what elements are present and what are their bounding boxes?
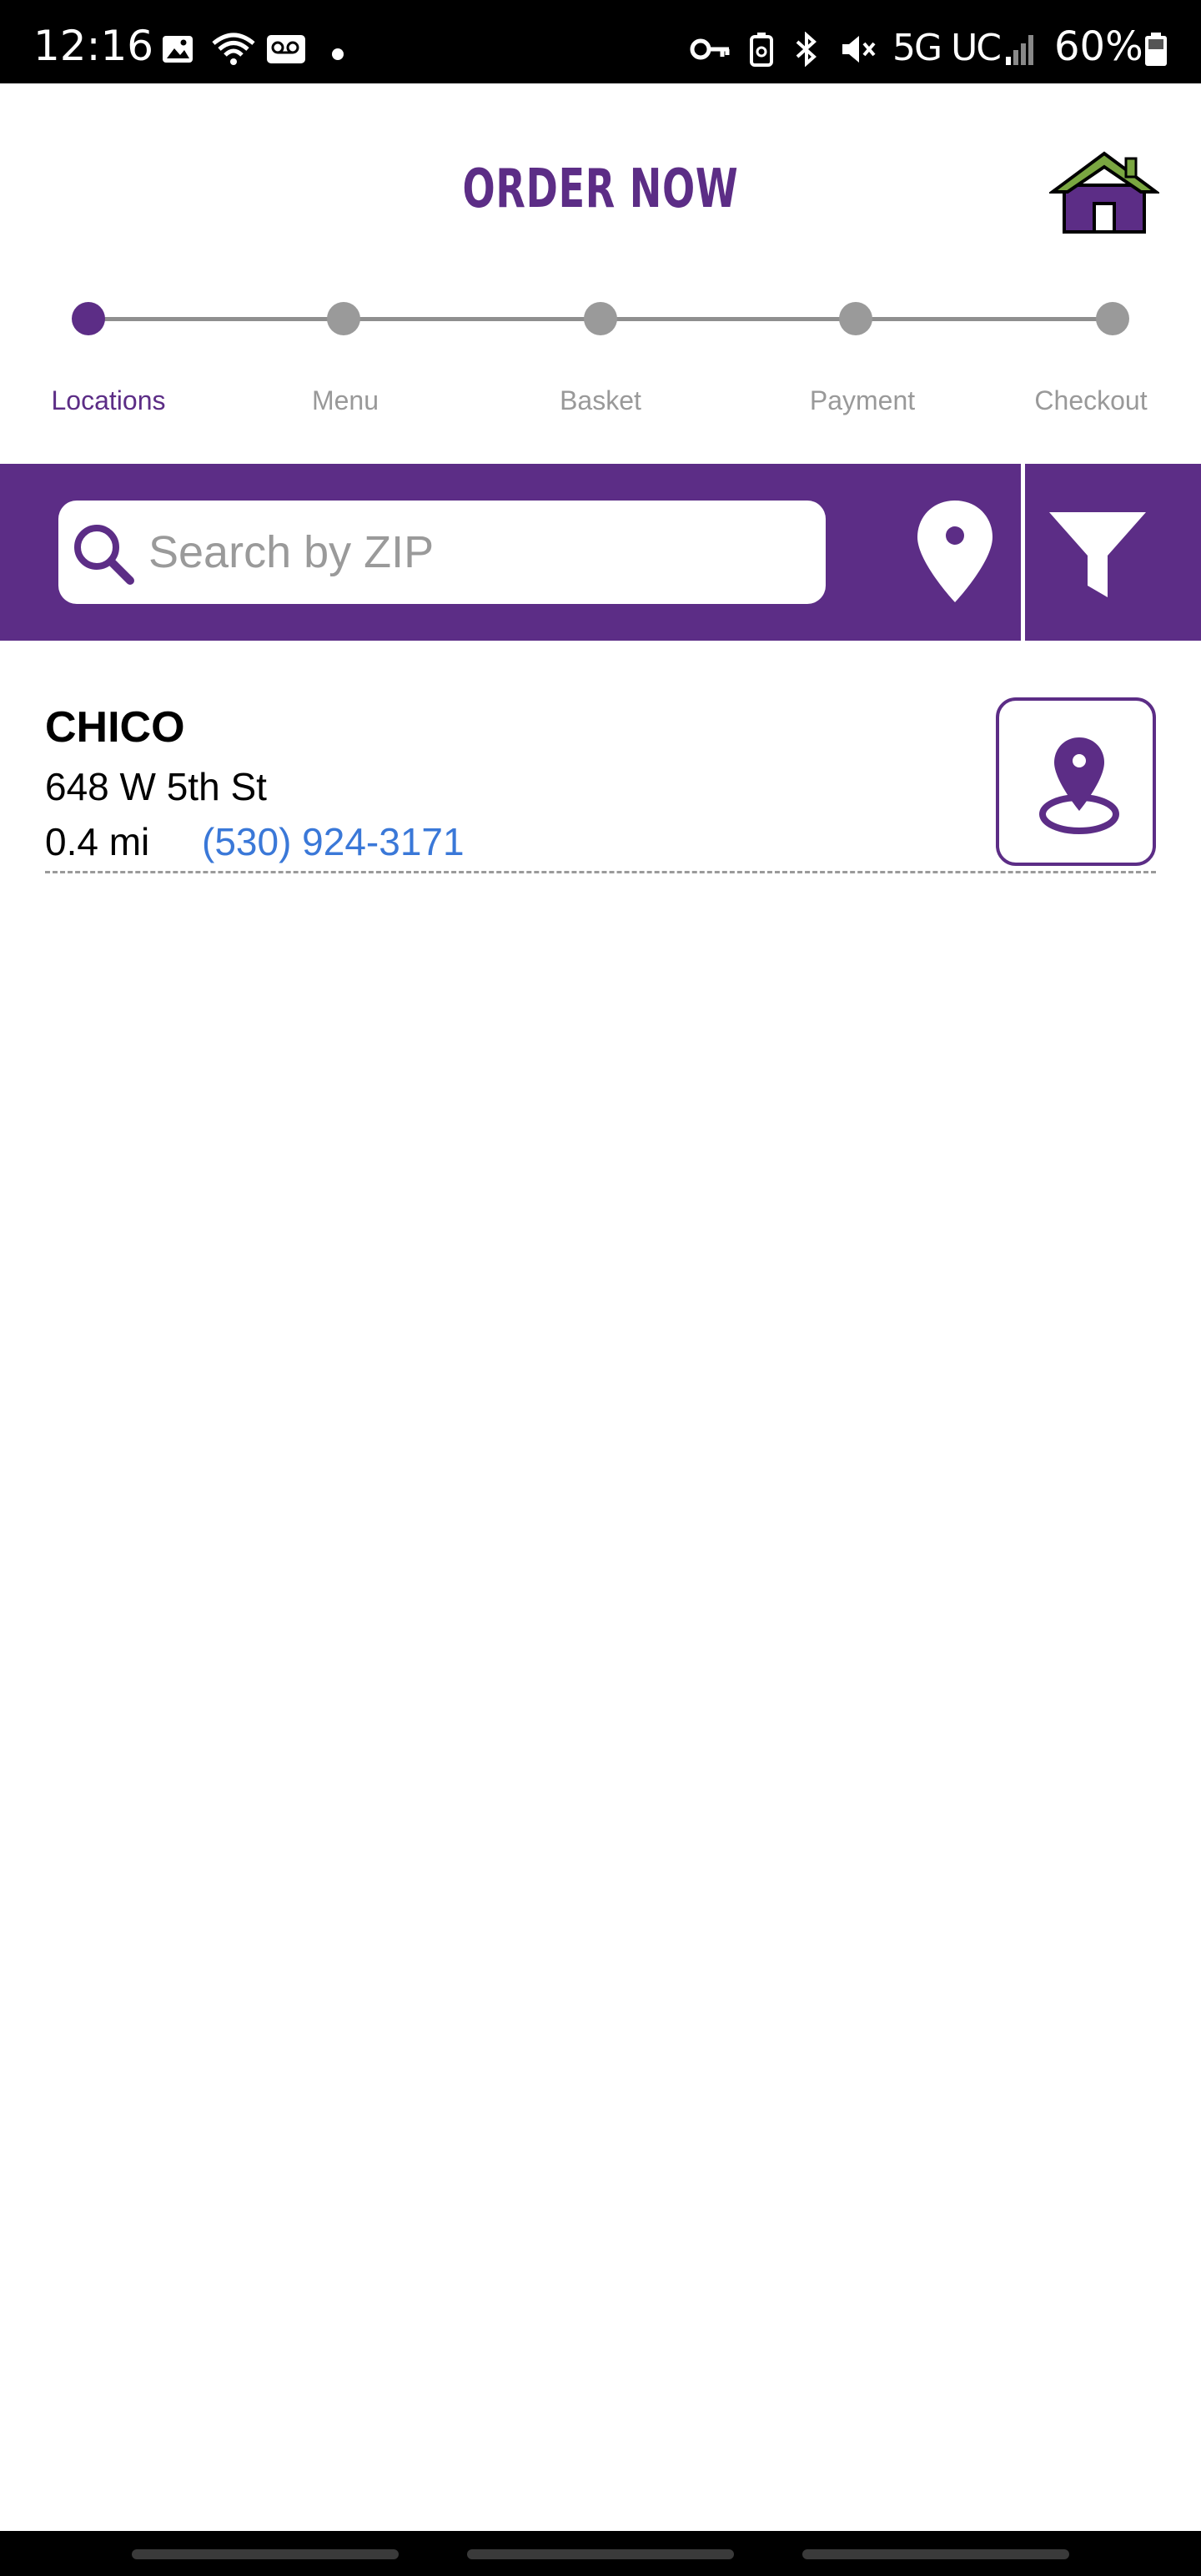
image-icon bbox=[163, 36, 193, 63]
battery-icon bbox=[1145, 33, 1167, 66]
wifi-icon bbox=[212, 33, 255, 65]
step-dot-locations bbox=[72, 302, 105, 335]
map-directions-button[interactable] bbox=[996, 697, 1156, 866]
divider bbox=[1021, 464, 1025, 641]
signal-icon bbox=[1006, 35, 1033, 65]
status-time: 12:16 bbox=[33, 22, 154, 70]
page-title: ORDER NOW bbox=[462, 158, 739, 220]
step-label-locations[interactable]: Locations bbox=[52, 385, 166, 416]
network-type: 5G UC bbox=[892, 27, 1002, 69]
location-address: 648 W 5th St bbox=[45, 765, 267, 808]
list-divider bbox=[45, 871, 1156, 873]
home-icon[interactable] bbox=[1049, 148, 1159, 235]
step-dot-menu bbox=[327, 302, 360, 335]
search-bar bbox=[0, 464, 1201, 641]
notification-dot bbox=[332, 48, 344, 60]
battery-saver-icon bbox=[750, 33, 773, 67]
location-pin-icon[interactable] bbox=[909, 497, 1001, 606]
nav-handle-left[interactable] bbox=[132, 2549, 399, 2559]
step-label-basket[interactable]: Basket bbox=[560, 385, 641, 416]
nav-handle-right[interactable] bbox=[802, 2549, 1069, 2559]
nav-handle-center[interactable] bbox=[467, 2549, 734, 2559]
search-icon bbox=[74, 525, 134, 585]
status-bar: 12:16 5G UC 60% bbox=[0, 0, 1201, 83]
location-distance: 0.4 mi bbox=[45, 820, 150, 863]
step-dot-checkout bbox=[1096, 302, 1129, 335]
battery-percent: 60% bbox=[1054, 23, 1143, 70]
map-pin-icon bbox=[1039, 737, 1119, 834]
location-phone-link[interactable]: (530) 924-3171 bbox=[202, 819, 465, 864]
step-label-checkout[interactable]: Checkout bbox=[1034, 385, 1147, 416]
search-input[interactable] bbox=[148, 519, 807, 586]
step-label-menu[interactable]: Menu bbox=[312, 385, 379, 416]
list-item[interactable]: CHICO 648 W 5th St 0.4 mi (530) 924-3171 bbox=[45, 692, 1156, 876]
step-label-payment[interactable]: Payment bbox=[810, 385, 915, 416]
bluetooth-icon bbox=[796, 32, 817, 67]
mute-icon bbox=[842, 36, 876, 63]
voicemail-icon bbox=[267, 35, 305, 63]
filter-icon[interactable] bbox=[1046, 509, 1149, 601]
search-box bbox=[58, 501, 826, 604]
step-dot-basket bbox=[584, 302, 617, 335]
system-nav-bar bbox=[0, 2531, 1201, 2576]
step-dot-payment bbox=[839, 302, 872, 335]
location-name: CHICO bbox=[45, 703, 185, 752]
key-icon bbox=[690, 38, 730, 60]
